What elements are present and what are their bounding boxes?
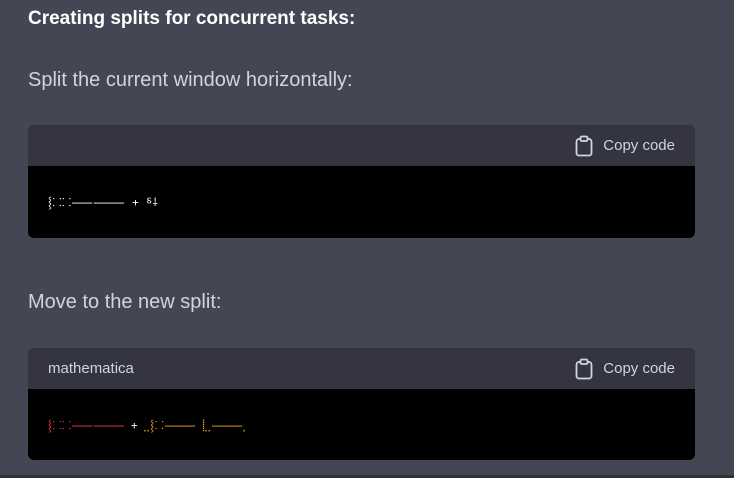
step-2-text: Move to the new split: — [28, 291, 222, 313]
code-block-2-header: mathematica Copy code — [28, 348, 695, 389]
code-block-1-body: ⸾⸬⸬⸺⸻ + ⸹⸸ — [28, 166, 695, 238]
code-block-1: Copy code ⸾⸬⸬⸺⸻ + ⸹⸸ — [28, 125, 695, 238]
code-block-2-body: ⸾⸬⸬⸺⸻ + ⸼⸼⸾⸬⸻ ⸽⸼⸼⸻⸼ — [28, 389, 695, 460]
code-line: ⸾⸬⸬⸺⸻ + ⸹⸸ — [48, 195, 159, 209]
step-1-text: Split the current window horizontally: — [28, 69, 353, 91]
code-token-keyword: ⸾⸬⸬⸺⸻ — [48, 418, 126, 432]
copy-code-button-1[interactable]: Copy code — [574, 135, 675, 157]
copy-code-label: Copy code — [603, 137, 675, 154]
copy-code-label: Copy code — [603, 360, 675, 377]
clipboard-icon — [574, 358, 594, 380]
copy-code-button-2[interactable]: Copy code — [574, 358, 675, 380]
code-token-key-2: ⸽⸼⸼⸻⸼ — [202, 418, 247, 432]
code-block-1-header: Copy code — [28, 125, 695, 166]
clipboard-icon — [574, 135, 594, 157]
code-token-key: ⸼⸼⸾⸬⸻ — [144, 418, 197, 432]
code-token-operator: + — [131, 418, 139, 432]
section-heading: Creating splits for concurrent tasks: — [28, 8, 356, 29]
code-block-2-language: mathematica — [48, 360, 134, 377]
code-block-2: mathematica Copy code ⸾⸬⸬⸺⸻ + ⸼⸼⸾⸬⸻ ⸽⸼⸼⸻… — [28, 348, 695, 460]
